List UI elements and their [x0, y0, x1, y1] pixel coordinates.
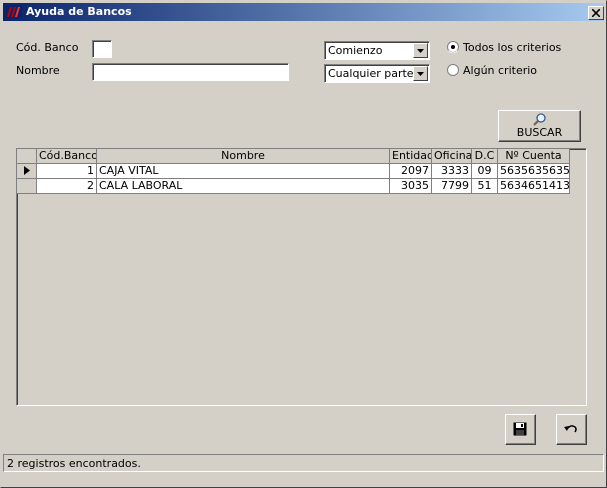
table-cell-dc[interactable]: 51	[472, 179, 498, 194]
row-selector[interactable]	[17, 164, 37, 179]
row-pointer-icon	[23, 166, 30, 175]
match-position-value: Cualquier parte	[328, 67, 414, 80]
bancos-grid[interactable]: Cód.Banco Nombre Entidad Oficina D.C Nº …	[16, 148, 587, 406]
table-cell-cod[interactable]: 1	[37, 164, 97, 179]
chevron-down-icon	[417, 49, 424, 53]
ayuda-bancos-window: Ayuda de Bancos Cód. Banco Nombre Comien…	[0, 0, 607, 488]
table-cell-cod[interactable]: 2	[37, 179, 97, 194]
table-cell-entidad[interactable]: 3035	[390, 179, 432, 194]
table-cell-cuenta[interactable]: 5634651413	[498, 179, 570, 194]
buscar-label: BUSCAR	[516, 126, 563, 139]
chevron-down-icon	[417, 72, 424, 76]
floppy-disk-icon	[513, 422, 527, 436]
col-header-num-cuenta[interactable]: Nº Cuenta	[498, 149, 570, 164]
match-mode-dropdown-button[interactable]	[413, 43, 428, 58]
app-icon	[6, 5, 22, 19]
table-cell-entidad[interactable]: 2097	[390, 164, 432, 179]
col-header-dc[interactable]: D.C	[472, 149, 498, 164]
row-selector[interactable]	[17, 179, 37, 194]
close-icon	[591, 8, 601, 18]
cod-banco-input[interactable]	[92, 40, 112, 58]
match-position-select[interactable]: Cualquier parte	[324, 64, 430, 83]
save-button[interactable]	[505, 414, 536, 445]
match-mode-value: Comienzo	[328, 44, 383, 57]
col-header-entidad[interactable]: Entidad	[390, 149, 432, 164]
undo-arrow-icon	[564, 425, 577, 433]
grid-corner-header	[17, 149, 37, 164]
status-text: 2 registros encontrados.	[7, 457, 141, 470]
table-cell-cuenta[interactable]: 5635635635	[498, 164, 570, 179]
match-position-dropdown-button[interactable]	[413, 66, 428, 81]
buscar-button[interactable]: BUSCAR	[498, 110, 581, 142]
status-bar: 2 registros encontrados.	[3, 454, 604, 472]
match-mode-select[interactable]: Comienzo	[324, 41, 430, 60]
criteria-any-radio[interactable]	[447, 64, 459, 76]
title-bar[interactable]: Ayuda de Bancos	[3, 3, 604, 21]
col-header-cod-banco[interactable]: Cód.Banco	[37, 149, 97, 164]
table-cell-nombre[interactable]: CAJA VITAL	[97, 164, 390, 179]
criteria-all-label[interactable]: Todos los criterios	[463, 41, 561, 54]
window-title: Ayuda de Bancos	[26, 5, 132, 18]
table-cell-dc[interactable]: 09	[472, 164, 498, 179]
table-cell-nombre[interactable]: CALA LABORAL	[97, 179, 390, 194]
undo-button[interactable]	[556, 414, 587, 445]
col-header-oficina[interactable]: Oficina	[432, 149, 472, 164]
table-cell-oficina[interactable]: 7799	[432, 179, 472, 194]
close-button[interactable]	[588, 6, 604, 20]
criteria-all-radio[interactable]	[447, 41, 459, 53]
table-cell-oficina[interactable]: 3333	[432, 164, 472, 179]
cod-banco-label: Cód. Banco	[16, 41, 79, 54]
nombre-label: Nombre	[16, 64, 60, 77]
magnifier-icon	[533, 113, 546, 126]
criteria-any-label[interactable]: Algún criterio	[463, 64, 537, 77]
col-header-nombre[interactable]: Nombre	[97, 149, 390, 164]
nombre-input[interactable]	[92, 63, 289, 81]
